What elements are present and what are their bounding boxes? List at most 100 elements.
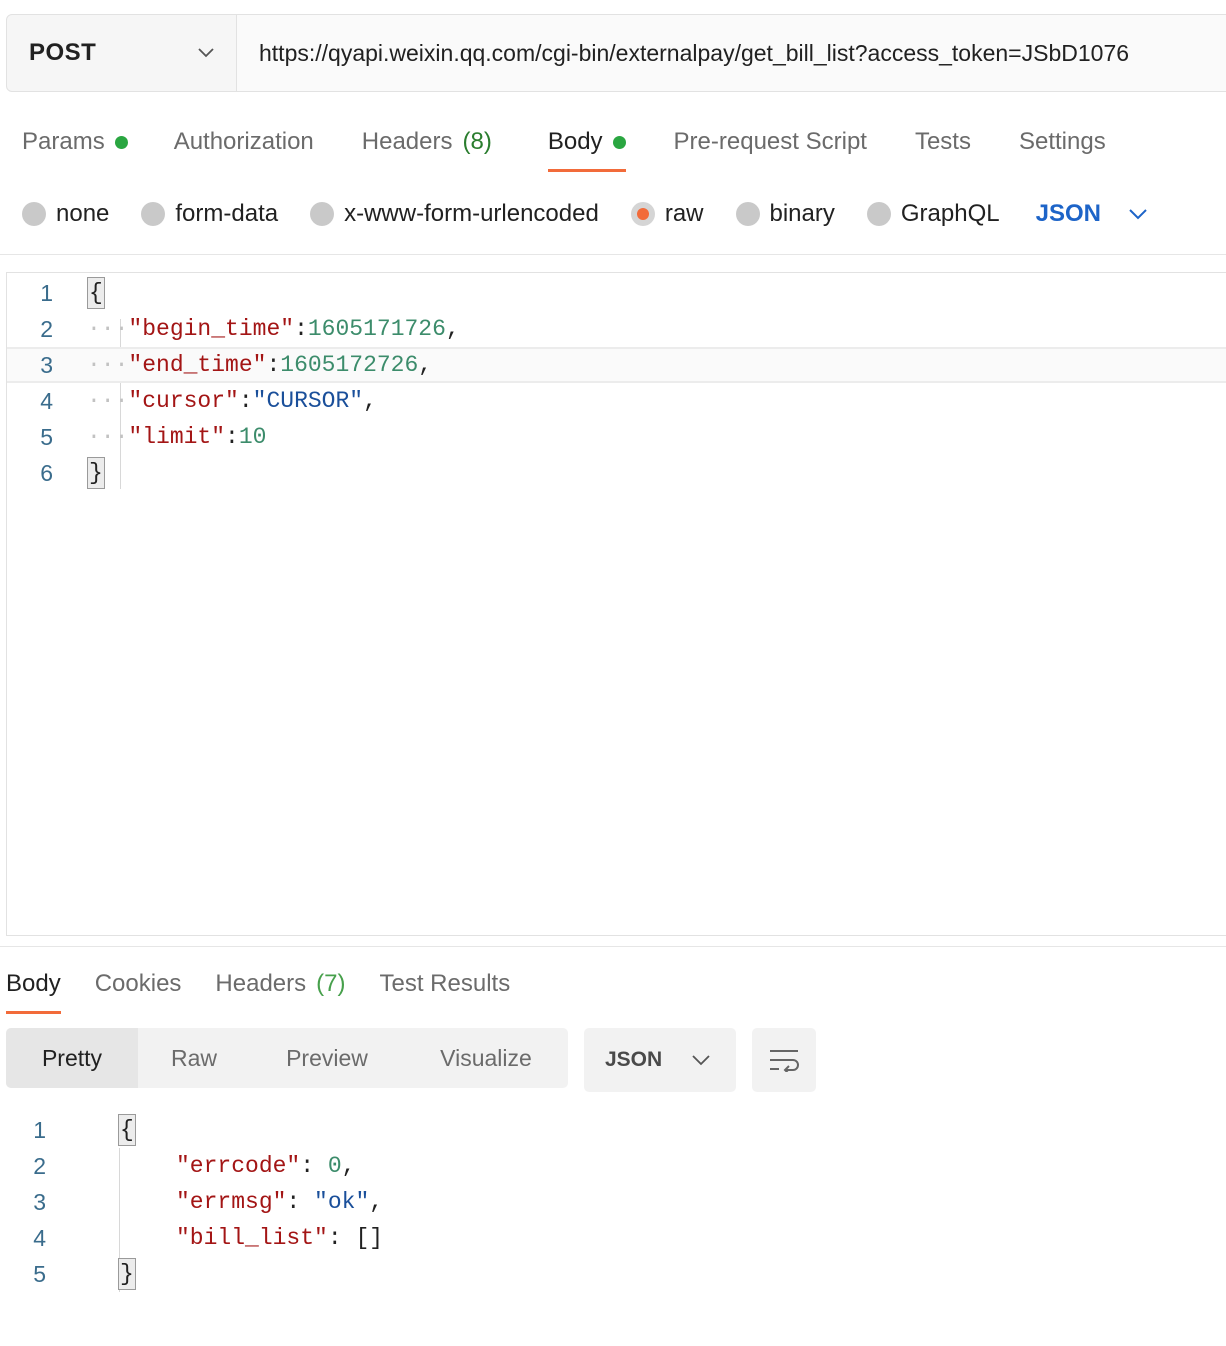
response-tab-body-label: Body xyxy=(6,970,61,997)
view-visualize-button[interactable]: Visualize xyxy=(404,1028,568,1088)
radio-none[interactable]: none xyxy=(22,200,109,228)
tab-settings-label: Settings xyxy=(1018,128,1106,155)
method-select[interactable]: POST xyxy=(7,15,237,91)
radio-circle-selected xyxy=(630,202,655,226)
radio-binary-label: binary xyxy=(769,200,835,227)
active-tab-underline xyxy=(547,169,626,172)
request-body-editor[interactable]: 1{ 2 ··· "begin_time":1605171726, 3 ··· "end… xyxy=(6,272,1226,936)
language-select-label: JSON xyxy=(1035,200,1101,227)
radio-circle xyxy=(22,202,46,226)
response-tab-headers[interactable]: Headers (7) xyxy=(215,960,345,1008)
params-status-dot xyxy=(114,135,128,149)
json-number: 10 xyxy=(238,424,267,450)
indent-dots: ··· xyxy=(87,316,129,342)
tab-pre-request-script-label: Pre-request Script xyxy=(673,128,867,155)
line-number: 1 xyxy=(33,1116,46,1143)
indent-dots: ··· xyxy=(87,352,129,378)
code-line: 1{ xyxy=(7,275,1226,311)
close-brace: } xyxy=(87,457,105,489)
section-divider xyxy=(0,254,1226,255)
tab-authorization-label: Authorization xyxy=(173,128,314,155)
view-pretty-button[interactable]: Pretty xyxy=(6,1028,138,1088)
response-headers-count: (7) xyxy=(316,970,346,997)
response-tab-body[interactable]: Body xyxy=(6,960,61,1014)
tab-authorization[interactable]: Authorization xyxy=(174,118,314,166)
code-line: 3 "errmsg": "ok", xyxy=(0,1184,1226,1220)
radio-circle xyxy=(866,202,891,226)
code-line: 1{ xyxy=(0,1112,1226,1148)
json-array: [] xyxy=(355,1225,384,1251)
line-number: 5 xyxy=(33,1260,46,1287)
radio-circle xyxy=(141,202,166,226)
code-line: 4 "bill_list": [] xyxy=(0,1220,1226,1256)
wrap-lines-button[interactable] xyxy=(752,1028,816,1092)
json-key: "limit" xyxy=(128,424,226,450)
json-number: 0 xyxy=(327,1153,342,1179)
language-select[interactable]: JSON xyxy=(1036,200,1147,228)
view-raw-button[interactable]: Raw xyxy=(138,1028,250,1088)
json-key: "errmsg" xyxy=(176,1189,287,1215)
tab-params-label: Params xyxy=(22,128,105,155)
response-tab-test-results[interactable]: Test Results xyxy=(379,960,510,1008)
radio-binary[interactable]: binary xyxy=(735,200,835,228)
close-brace: } xyxy=(118,1258,136,1290)
open-brace: { xyxy=(87,277,105,309)
line-number: 5 xyxy=(40,423,53,450)
response-format-select[interactable]: JSON xyxy=(584,1028,736,1092)
chevron-down-icon xyxy=(198,48,214,58)
chevron-down-icon xyxy=(1129,208,1147,219)
code-line: 2 "errcode": 0, xyxy=(0,1148,1226,1184)
response-tab-cookies-label: Cookies xyxy=(94,970,182,997)
body-status-dot xyxy=(612,135,626,149)
code-line: 5} xyxy=(0,1256,1226,1292)
line-number: 2 xyxy=(33,1152,46,1179)
response-tab-headers-label: Headers xyxy=(215,970,307,997)
tab-pre-request-script[interactable]: Pre-request Script xyxy=(674,118,867,166)
radio-form-data[interactable]: form-data xyxy=(141,200,278,228)
json-number: 1605171726 xyxy=(307,316,446,342)
tab-tests-label: Tests xyxy=(914,128,971,155)
radio-circle xyxy=(310,202,335,226)
tab-params[interactable]: Params xyxy=(22,118,128,166)
radio-form-data-label: form-data xyxy=(175,200,279,227)
tab-body[interactable]: Body xyxy=(547,118,626,172)
json-key: "end_time" xyxy=(128,352,267,378)
response-tab-cookies[interactable]: Cookies xyxy=(95,960,182,1008)
radio-graphql[interactable]: GraphQL xyxy=(866,200,1000,228)
radio-raw[interactable]: raw xyxy=(630,200,704,228)
response-view-mode-group: Pretty Raw Preview Visualize xyxy=(6,1028,568,1088)
code-line: 5 ··· "limit":10 xyxy=(7,419,1226,455)
request-url-bar: POST https://qyapi.weixin.qq.com/cgi-bin… xyxy=(6,14,1226,92)
line-number: 1 xyxy=(40,279,53,306)
json-key: "cursor" xyxy=(128,388,239,414)
tab-tests[interactable]: Tests xyxy=(915,118,971,166)
response-body-viewer[interactable]: 1{ 2 "errcode": 0, 3 "errmsg": "ok", 4 "bil… xyxy=(0,1112,1226,1312)
radio-none-label: none xyxy=(56,200,110,227)
open-brace: { xyxy=(118,1114,136,1146)
code-line: 2 ··· "begin_time":1605171726, xyxy=(7,311,1226,347)
json-string: "CURSOR" xyxy=(252,388,364,414)
body-type-options: none form-data x-www-form-urlencoded raw… xyxy=(22,194,1147,234)
tab-settings[interactable]: Settings xyxy=(1019,118,1106,166)
indent-dots: ··· xyxy=(87,424,129,450)
code-line: 4 ··· "cursor": "CURSOR", xyxy=(7,383,1226,419)
response-tab-test-results-label: Test Results xyxy=(379,970,511,997)
line-number: 4 xyxy=(40,387,53,414)
line-number: 6 xyxy=(40,459,53,486)
method-label: POST xyxy=(29,39,97,66)
json-number: 1605172726 xyxy=(280,352,419,378)
json-key: "errcode" xyxy=(176,1153,301,1179)
tab-headers-label: Headers xyxy=(361,128,453,155)
code-line-highlighted: 3 ··· "end_time":1605172726, xyxy=(7,347,1226,383)
section-divider xyxy=(0,946,1226,947)
tab-headers[interactable]: Headers (8) xyxy=(362,118,492,166)
headers-count: (8) xyxy=(462,128,492,155)
radio-circle xyxy=(735,202,760,226)
url-input[interactable]: https://qyapi.weixin.qq.com/cgi-bin/exte… xyxy=(237,15,1226,91)
json-string: "ok" xyxy=(314,1189,370,1215)
line-number: 3 xyxy=(33,1188,46,1215)
json-key: "begin_time" xyxy=(128,316,295,342)
view-preview-button[interactable]: Preview xyxy=(250,1028,404,1088)
response-tabs: Body Cookies Headers (7) Test Results xyxy=(6,960,544,1014)
radio-x-www-form-urlencoded[interactable]: x-www-form-urlencoded xyxy=(310,200,599,228)
